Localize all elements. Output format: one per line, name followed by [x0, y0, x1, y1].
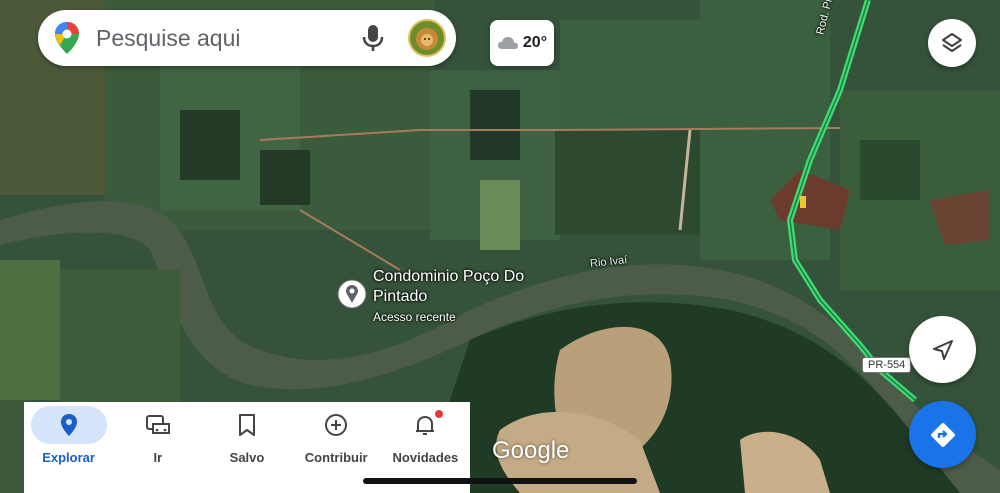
place-name[interactable]: Condominio Poço Do Pintado: [373, 267, 543, 307]
google-maps-pin-icon: [55, 22, 79, 54]
route-shield: PR-554: [862, 357, 912, 373]
nav-explorar[interactable]: Explorar: [24, 404, 113, 493]
nav-label: Ir: [153, 450, 163, 465]
nav-icon-container: [120, 406, 196, 444]
search-input[interactable]: Pesquise aqui: [96, 25, 360, 52]
lion-avatar-icon: [416, 28, 438, 50]
location-pin-icon: [60, 414, 77, 436]
add-circle-icon: [325, 414, 348, 436]
place-marker-icon[interactable]: [336, 278, 368, 310]
nav-label: Contribuir: [304, 450, 368, 465]
home-indicator: [363, 478, 637, 484]
nav-ir[interactable]: Ir: [113, 404, 202, 493]
layers-button[interactable]: [928, 19, 976, 67]
directions-icon: [930, 422, 955, 447]
nav-label: Novidades: [392, 450, 459, 465]
layers-icon: [942, 33, 962, 52]
search-bar[interactable]: Pesquise aqui: [38, 10, 456, 66]
cloud-icon: [497, 37, 518, 49]
bookmark-icon: [239, 414, 255, 436]
nav-icon-container: [298, 406, 374, 444]
car-icon: [145, 415, 170, 434]
nav-icon-container: [387, 406, 463, 444]
temperature-label: 20°: [522, 34, 548, 51]
directions-button[interactable]: [909, 401, 976, 468]
nav-icon-container: [30, 406, 107, 444]
bell-icon: [416, 416, 435, 435]
avatar[interactable]: [408, 19, 446, 57]
google-attribution: Google: [492, 437, 570, 464]
nav-label: Salvo: [229, 450, 265, 465]
nav-icon-container: [209, 406, 285, 444]
nav-salvo[interactable]: Salvo: [202, 404, 291, 493]
nav-label: Explorar: [42, 450, 95, 465]
microphone-icon[interactable]: [360, 23, 386, 53]
place-subtitle: Acesso recente: [373, 310, 456, 324]
weather-chip[interactable]: 20°: [490, 20, 554, 66]
navigation-arrow-icon: [932, 339, 953, 360]
locate-button[interactable]: [909, 316, 976, 383]
